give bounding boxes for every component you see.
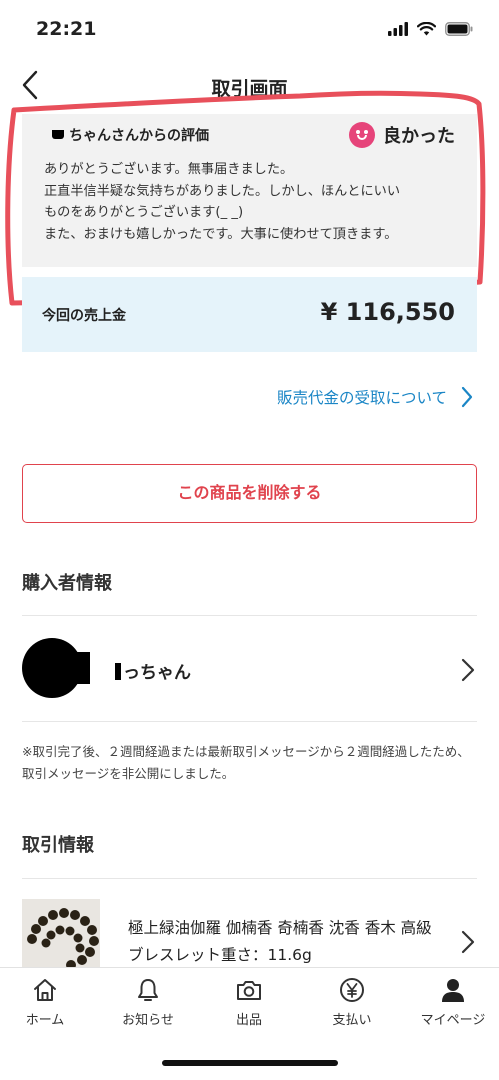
tab-payment[interactable]: 支払い [307,976,397,1028]
review-rating: 良かった [349,122,455,148]
tab-label: 支払い [332,1013,372,1028]
nav-bar: 取引画面 [0,62,499,110]
wifi-icon [417,22,436,36]
review-from-label: ちゃんさんからの評価 [69,128,209,144]
home-icon [34,979,56,1001]
status-icons [388,22,473,36]
person-icon [442,979,464,1002]
chevron-right-icon [461,930,475,954]
redacted-mark [52,130,64,139]
buyer-row[interactable]: っちゃん [0,616,499,722]
yen-icon [340,978,364,1002]
review-line: また、おまけも嬉しかったです。大事に使わせて頂きます。 [44,226,398,242]
tab-notifications[interactable]: お知らせ [103,976,193,1028]
tab-sell[interactable]: 出品 [204,976,294,1028]
buyer-section-title: 購入者情報 [22,573,112,594]
message-notice: ※取引完了後、２週間経過または最新取引メッセージから２週間経過したため、取引メッ… [22,744,470,781]
status-time: 22:21 [36,18,97,40]
review-line: 正直半信半疑な気持ちがありました。しかし、ほんとにいい [44,183,401,199]
page-title: 取引画面 [211,78,288,100]
smile-icon [349,122,375,148]
buyer-name-label: っちゃん [123,663,191,683]
sales-panel: 今回の売上金 ¥ 116,550 [22,277,477,352]
status-bar: 22:21 [0,0,499,60]
review-from: ちゃんさんからの評価 [52,125,209,145]
tab-label: 出品 [235,1013,262,1028]
transaction-screen: 22:21 取引画面 ちゃんさんからの評価 良かった ありがとうございます。無事… [0,0,499,1080]
signal-icon [388,22,408,36]
review-line: ありがとうございます。無事届きました。 [44,162,294,177]
tab-mypage[interactable]: マイページ [408,976,498,1028]
payment-info-label: 販売代金の受取について [276,389,447,407]
review-line: ものをありがとうございます(_ _) [44,205,244,220]
chevron-right-icon [461,386,473,408]
home-indicator [162,1060,338,1066]
item-name: 極上緑油伽羅 伽楠香 奇楠香 沈香 香木 高級ブレスレット重さ：11.6g [128,919,432,964]
item-thumbnail [22,899,100,973]
payment-info-link[interactable]: 販売代金の受取について [277,386,473,408]
tab-label: お知らせ [122,1013,174,1028]
sales-label: 今回の売上金 [42,308,126,324]
bell-icon [138,979,158,1001]
divider [22,721,477,722]
buyer-name: っちゃん [115,658,191,683]
bracelet-image [27,908,99,970]
tab-label: マイページ [420,1013,486,1028]
transaction-section-title: 取引情報 [22,835,94,856]
sales-amount: ¥ 116,550 [320,298,455,326]
redacted-mark [70,652,90,684]
delete-item-button[interactable]: この商品を削除する [22,464,477,523]
divider [22,878,477,879]
camera-icon [237,981,261,1000]
battery-icon [445,22,473,36]
review-comment: ありがとうございます。無事届きました。 正直半信半疑な気持ちがありました。しかし… [44,159,469,245]
redacted-mark [115,663,121,680]
review-rating-label: 良かった [383,126,455,147]
review-card: ちゃんさんからの評価 良かった ありがとうございます。無事届きました。 正直半信… [22,114,477,267]
tab-home[interactable]: ホーム [0,976,90,1028]
chevron-right-icon [461,658,475,682]
item-row[interactable]: 極上緑油伽羅 伽楠香 奇楠香 沈香 香木 高級ブレスレット重さ：11.6g [0,893,499,973]
tab-label: ホーム [25,1013,65,1028]
